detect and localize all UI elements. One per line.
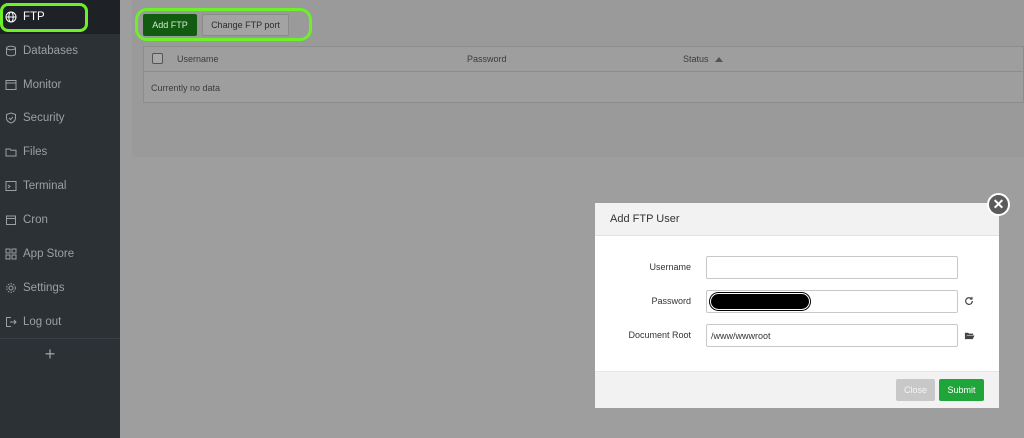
document-root-input[interactable]: /www/wwwroot — [706, 324, 958, 347]
sidebar-item-cron[interactable]: Cron — [0, 203, 120, 237]
sidebar-item-label: Files — [23, 146, 48, 158]
change-ftp-port-button[interactable]: Change FTP port — [202, 14, 289, 36]
empty-state-text: Currently no data — [151, 83, 221, 93]
submit-button[interactable]: Submit — [939, 379, 984, 401]
sidebar-item-label: App Store — [23, 248, 75, 260]
dialog-title: Add FTP User — [595, 203, 999, 236]
logout-icon — [5, 316, 17, 328]
username-label: Username — [649, 262, 691, 272]
sidebar-item-databases[interactable]: Databases — [0, 34, 120, 68]
sidebar-item-logout[interactable]: Log out — [0, 305, 120, 339]
terminal-icon — [5, 180, 17, 192]
sidebar-item-label: Log out — [23, 316, 62, 328]
ftp-highlight-outline — [0, 3, 88, 32]
sidebar-item-app-store[interactable]: App Store — [0, 237, 120, 271]
sidebar-item-monitor[interactable]: Monitor — [0, 68, 120, 102]
refresh-icon[interactable] — [963, 295, 975, 307]
table-header: Username Password Status — [144, 47, 1023, 72]
sidebar-item-label: Cron — [23, 214, 48, 226]
document-root-label: Document Root — [628, 330, 691, 340]
sidebar-divider — [0, 338, 120, 339]
monitor-icon — [5, 79, 17, 91]
sidebar-item-terminal[interactable]: Terminal — [0, 169, 120, 203]
sidebar-item-label: Terminal — [23, 180, 67, 192]
ftp-table: Username Password Status Currently no da… — [143, 46, 1024, 103]
add-ftp-user-dialog: Add FTP User Username Password Document … — [595, 203, 999, 408]
password-input[interactable] — [706, 290, 958, 313]
close-icon[interactable]: ✕ — [987, 193, 1010, 216]
folder-open-icon[interactable] — [963, 329, 975, 341]
sidebar-item-label: Settings — [23, 282, 65, 294]
column-username[interactable]: Username — [177, 54, 219, 64]
password-row: Password — [595, 290, 999, 314]
dialog-footer: Close Submit — [595, 371, 999, 408]
document-root-row: Document Root /www/wwwroot — [595, 324, 999, 348]
add-ftp-button[interactable]: Add FTP — [143, 14, 197, 36]
sidebar: FTP Databases Monitor Security Files Ter… — [0, 0, 120, 438]
shield-icon — [5, 112, 17, 124]
sidebar-item-settings[interactable]: Settings — [0, 271, 120, 305]
gear-icon — [5, 282, 17, 294]
redaction-mark — [710, 293, 810, 310]
column-status[interactable]: Status — [683, 54, 723, 64]
select-all-checkbox[interactable] — [152, 53, 163, 64]
username-row: Username — [595, 256, 999, 280]
username-input[interactable] — [706, 256, 958, 279]
grid-icon — [5, 248, 17, 260]
sidebar-item-label: Databases — [23, 45, 78, 57]
column-status-label: Status — [683, 54, 709, 64]
password-label: Password — [651, 296, 691, 306]
add-plus-icon[interactable]: + — [0, 340, 100, 368]
sidebar-item-files[interactable]: Files — [0, 135, 120, 169]
sidebar-item-label: Monitor — [23, 79, 62, 91]
sidebar-item-label: Security — [23, 112, 65, 124]
sidebar-item-security[interactable]: Security — [0, 101, 120, 135]
folder-icon — [5, 146, 17, 158]
sort-up-icon — [714, 57, 723, 63]
column-password[interactable]: Password — [467, 54, 507, 64]
database-icon — [5, 45, 17, 57]
calendar-icon — [5, 214, 17, 226]
close-button[interactable]: Close — [896, 379, 935, 401]
